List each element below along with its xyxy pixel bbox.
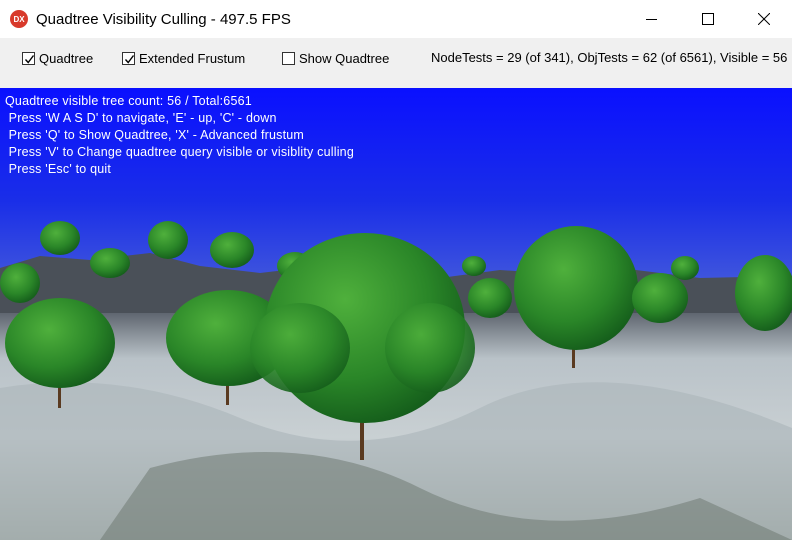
checkbox-label: Extended Frustum bbox=[139, 50, 246, 66]
checkmark-icon bbox=[124, 54, 135, 64]
window-title: Quadtree Visibility Culling - 497.5 FPS bbox=[36, 10, 291, 28]
window-controls bbox=[624, 0, 792, 38]
maximize-button[interactable] bbox=[680, 0, 736, 38]
checkbox-box[interactable] bbox=[282, 51, 295, 65]
checkbox-box[interactable] bbox=[22, 51, 35, 65]
app-icon: DX bbox=[10, 10, 28, 28]
render-viewport[interactable]: Quadtree visible tree count: 56 / Total:… bbox=[0, 88, 792, 540]
overlay-line: Press 'Esc' to quit bbox=[5, 162, 112, 176]
minimize-button[interactable] bbox=[624, 0, 680, 38]
close-button[interactable] bbox=[736, 0, 792, 38]
extended-frustum-checkbox[interactable]: Extended Frustum bbox=[122, 50, 245, 66]
checkbox-box[interactable] bbox=[122, 51, 135, 65]
app-icon-text: DX bbox=[13, 14, 25, 24]
quadtree-checkbox[interactable]: Quadtree bbox=[22, 50, 93, 66]
title-bar: DX Quadtree Visibility Culling - 497.5 F… bbox=[0, 0, 792, 38]
overlay-line: Quadtree visible tree count: 56 / Total:… bbox=[5, 94, 252, 108]
close-icon bbox=[758, 13, 770, 25]
stats-readout: NodeTests = 29 (of 341), ObjTests = 62 (… bbox=[431, 50, 788, 65]
checkmark-icon bbox=[24, 54, 35, 64]
toolbar: Quadtree Extended Frustum Show Quadtree … bbox=[0, 38, 792, 88]
checkbox-label: Show Quadtree bbox=[299, 50, 390, 66]
checkbox-label: Quadtree bbox=[39, 50, 94, 66]
show-quadtree-checkbox[interactable]: Show Quadtree bbox=[282, 50, 389, 66]
overlay-line: Press 'V' to Change quadtree query visib… bbox=[5, 145, 354, 159]
overlay-line: Press 'W A S D' to navigate, 'E' - up, '… bbox=[5, 111, 277, 125]
overlay-line: Press 'Q' to Show Quadtree, 'X' - Advanc… bbox=[5, 128, 305, 142]
help-overlay: Quadtree visible tree count: 56 / Total:… bbox=[5, 93, 354, 178]
